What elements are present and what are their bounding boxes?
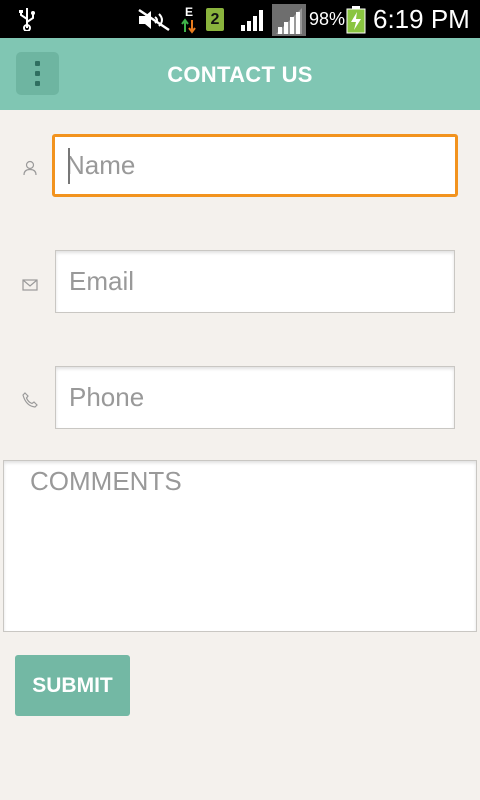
overflow-menu-icon-dot bbox=[35, 71, 40, 76]
signal-icon bbox=[241, 10, 263, 31]
no-sound-icon bbox=[138, 8, 170, 32]
phone-input[interactable] bbox=[55, 366, 455, 429]
phone-icon bbox=[22, 392, 38, 408]
sim-icon: 2 bbox=[206, 8, 224, 31]
name-input[interactable] bbox=[52, 134, 458, 197]
usb-icon bbox=[19, 8, 35, 31]
email-input[interactable] bbox=[55, 250, 455, 313]
contact-screen: E 2 98% 6:19 PM CONTACT US Name Email Ph… bbox=[0, 0, 480, 800]
envelope-icon bbox=[22, 279, 38, 291]
person-icon bbox=[23, 160, 37, 176]
status-bar: E 2 98% 6:19 PM bbox=[0, 0, 480, 38]
battery-charging-icon bbox=[346, 6, 366, 34]
text-cursor bbox=[68, 148, 70, 184]
comments-textarea[interactable] bbox=[3, 460, 477, 632]
data-transfer-icon: E bbox=[181, 5, 196, 34]
app-bar: CONTACT US bbox=[0, 38, 480, 110]
signal-strength-icon bbox=[272, 4, 306, 36]
battery-percentage: 98% bbox=[309, 9, 346, 29]
svg-text:E: E bbox=[185, 5, 193, 19]
page-title: CONTACT US bbox=[167, 62, 313, 87]
overflow-menu-icon bbox=[35, 61, 40, 66]
status-time: 6:19 PM bbox=[373, 4, 470, 34]
overflow-menu-icon-dot bbox=[35, 81, 40, 86]
submit-button[interactable]: SUBMIT bbox=[15, 655, 130, 716]
overflow-menu-button[interactable] bbox=[16, 52, 59, 95]
